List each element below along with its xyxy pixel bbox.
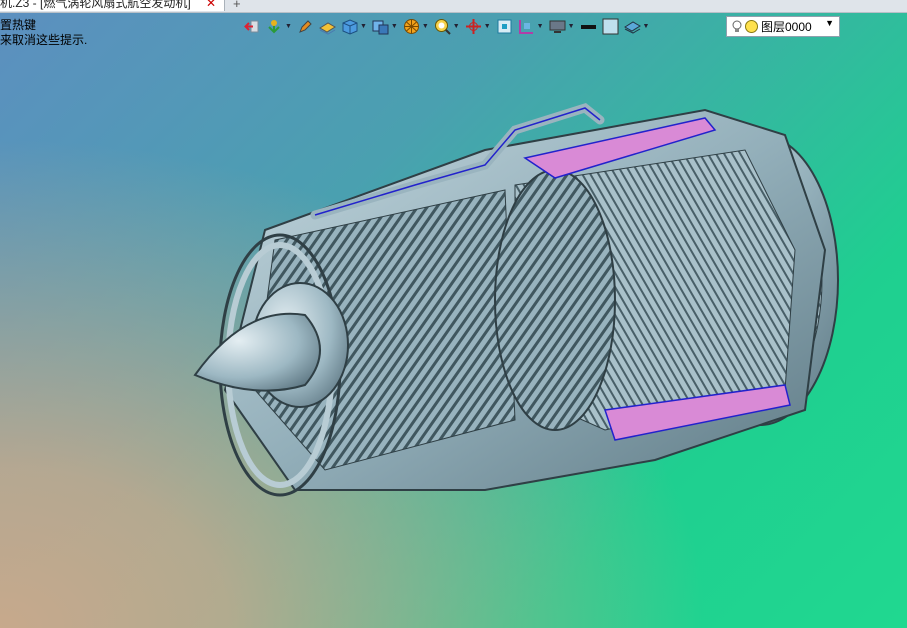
layer-selector[interactable]: 图层0000 ▼ xyxy=(726,16,840,37)
document-tab[interactable]: 机.Z3 - [燃气涡轮风扇式航空发动机] ✕ xyxy=(0,0,225,11)
document-tab-title: 机.Z3 - [燃气涡轮风扇式航空发动机] xyxy=(0,0,191,10)
chevron-down-icon[interactable]: ▼ xyxy=(360,23,367,30)
chevron-down-icon[interactable]: ▼ xyxy=(643,23,650,30)
layer-style-icon xyxy=(623,20,641,34)
chevron-down-icon[interactable]: ▼ xyxy=(568,23,575,30)
view-cube-icon xyxy=(372,20,389,34)
zoom-button[interactable]: ▼ xyxy=(434,16,460,36)
axis-button[interactable]: ▼ xyxy=(465,16,491,36)
layer-style-button[interactable]: ▼ xyxy=(623,16,650,36)
chevron-down-icon[interactable]: ▼ xyxy=(285,23,292,30)
fill-color-button[interactable] xyxy=(602,16,619,36)
view-cube-button[interactable]: ▼ xyxy=(372,16,398,36)
fill-color-icon xyxy=(602,18,618,34)
cube-icon xyxy=(342,18,358,35)
cube-button[interactable]: ▼ xyxy=(341,16,367,36)
hint-line-1: 置热键 xyxy=(0,18,37,32)
section-icon xyxy=(518,19,533,34)
render-button[interactable]: ▼ xyxy=(403,16,429,36)
close-icon[interactable]: ✕ xyxy=(206,0,216,11)
engine-3d-model[interactable] xyxy=(185,90,845,510)
chevron-down-icon[interactable]: ▼ xyxy=(537,23,544,30)
chevron-down-icon[interactable]: ▼ xyxy=(453,23,460,30)
pen-icon xyxy=(299,19,312,33)
light-bulb-icon xyxy=(732,20,742,32)
nose-cone xyxy=(193,312,321,392)
hint-text: 置热键 来取消这些提示. xyxy=(0,18,87,48)
layer-name: 图层0000 xyxy=(761,20,812,34)
frame-icon xyxy=(497,19,512,33)
section-button[interactable]: ▼ xyxy=(518,16,544,36)
hint-line-2: 来取消这些提示. xyxy=(0,33,88,47)
layer-color-dot xyxy=(745,20,758,33)
axis-icon xyxy=(465,18,481,34)
new-tab-icon[interactable]: + xyxy=(233,0,241,11)
chevron-down-icon[interactable]: ▼ xyxy=(422,23,429,30)
pen-button[interactable] xyxy=(297,16,314,36)
line-color-button[interactable] xyxy=(580,16,597,36)
layer-flat-icon xyxy=(318,21,336,35)
display-icon xyxy=(549,20,566,33)
display-button[interactable]: ▼ xyxy=(549,16,575,36)
document-tab-strip: 机.Z3 - [燃气涡轮风扇式航空发动机] ✕ + xyxy=(0,0,907,13)
view-toolbar: ▼ ▼ ▼ ▼ ▼ ▼ ▼ ▼ ▼ xyxy=(244,15,654,37)
render-icon xyxy=(403,18,419,34)
frame-button[interactable] xyxy=(496,16,513,36)
fan-disc xyxy=(494,169,616,431)
exit-icon xyxy=(244,20,259,32)
layer-flat-button[interactable] xyxy=(318,16,336,36)
zoom-icon xyxy=(434,18,451,35)
line-color-icon xyxy=(580,24,596,29)
chevron-down-icon[interactable]: ▼ xyxy=(391,23,398,30)
chevron-down-icon[interactable]: ▼ xyxy=(825,18,834,28)
exit-button[interactable] xyxy=(244,16,261,36)
move-button[interactable]: ▼ xyxy=(266,16,292,36)
chevron-down-icon[interactable]: ▼ xyxy=(484,23,491,30)
move-icon xyxy=(268,19,280,33)
